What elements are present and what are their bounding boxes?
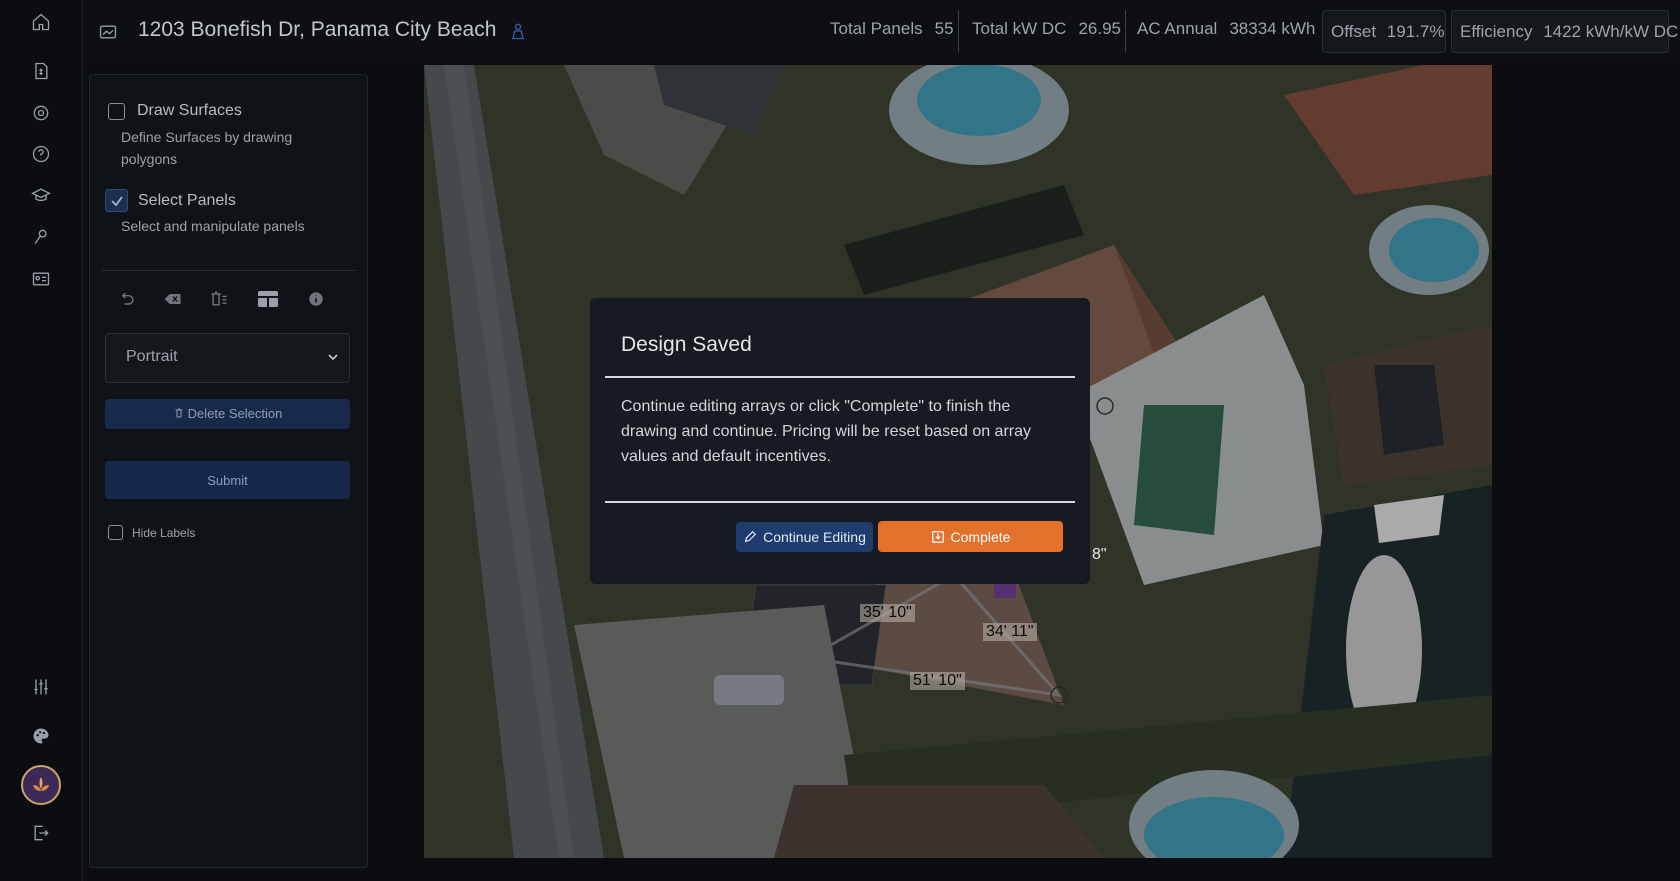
draw-surfaces-checkbox[interactable] — [108, 102, 125, 120]
delete-list-icon[interactable] — [206, 286, 232, 312]
tools-panel: Draw Surfaces Define Surfaces by drawing… — [89, 74, 368, 868]
continue-editing-label: Continue Editing — [763, 529, 866, 545]
stat-value: 38334 kWh — [1229, 19, 1316, 38]
select-panels-description: Select and manipulate panels — [121, 218, 305, 234]
logout-icon[interactable] — [28, 820, 54, 846]
info-icon[interactable] — [303, 286, 329, 312]
checkmark-icon — [110, 195, 123, 206]
draw-surfaces-label: Draw Surfaces — [137, 102, 242, 119]
divider — [1125, 10, 1126, 52]
draw-surfaces-option[interactable]: Draw Surfaces — [108, 102, 242, 120]
sliders-icon[interactable] — [28, 674, 54, 700]
stat-ac-annual: AC Annual 38334 kWh — [1137, 19, 1315, 39]
invoice-icon[interactable] — [28, 58, 54, 84]
orientation-select[interactable]: Portrait — [105, 333, 350, 383]
stat-value: 55 — [934, 19, 954, 38]
stat-total-kw: Total kW DC 26.95 — [972, 19, 1121, 39]
stat-label: Total Panels — [830, 19, 923, 38]
help-icon[interactable] — [28, 141, 54, 167]
hide-labels-checkbox[interactable] — [108, 525, 123, 540]
select-panels-checkbox[interactable] — [105, 189, 128, 212]
design-saved-modal: Design Saved Continue editing arrays or … — [590, 298, 1090, 584]
dimension-label: 35' 10" — [860, 604, 915, 622]
complete-button[interactable]: Complete — [878, 521, 1063, 552]
divider — [605, 501, 1075, 503]
save-icon — [931, 530, 944, 543]
stat-label: Efficiency — [1460, 22, 1533, 41]
modal-title: Design Saved — [621, 333, 752, 356]
home-icon[interactable] — [28, 9, 54, 35]
trash-icon — [175, 408, 183, 418]
palette-icon[interactable] — [28, 723, 54, 749]
stat-efficiency: Efficiency 1422 kWh/kW DC — [1451, 10, 1678, 53]
delete-selection-label: Delete Selection — [187, 406, 283, 421]
clear-icon[interactable] — [160, 286, 186, 312]
stat-label: Offset — [1331, 22, 1377, 41]
stat-total-panels: Total Panels 55 — [830, 19, 954, 39]
draw-surfaces-description: Define Surfaces by drawing polygons — [121, 129, 293, 167]
submit-label: Submit — [207, 473, 248, 488]
modal-body: Continue editing arrays or click "Comple… — [621, 398, 1032, 465]
select-panels-option[interactable]: Select Panels — [105, 189, 236, 212]
hide-labels-label: Hide Labels — [132, 525, 196, 540]
top-header: 1203 Bonefish Dr, Panama City Beach Tota… — [84, 0, 1680, 62]
divider — [605, 376, 1075, 378]
hide-labels-option[interactable]: Hide Labels — [108, 525, 195, 540]
panel-layout-icon[interactable] — [253, 284, 283, 314]
pencil-icon — [744, 530, 757, 543]
id-card-icon[interactable] — [28, 266, 54, 292]
divider — [102, 270, 355, 271]
user-icon[interactable] — [508, 20, 528, 42]
divider — [958, 10, 959, 52]
dimension-label: 51' 10" — [910, 672, 965, 690]
stat-value: 191.7% — [1386, 22, 1445, 41]
avatar[interactable] — [21, 765, 61, 805]
stat-offset: Offset 191.7% — [1322, 10, 1446, 53]
dimension-label: 8" — [1092, 546, 1107, 563]
delete-selection-button[interactable]: Delete Selection — [105, 399, 350, 429]
stat-label: AC Annual — [1137, 19, 1218, 38]
tools-icon[interactable] — [28, 224, 54, 250]
select-panels-label: Select Panels — [138, 191, 236, 209]
complete-label: Complete — [950, 528, 1011, 545]
icon-rail — [0, 0, 83, 881]
image-icon[interactable] — [98, 22, 118, 42]
orientation-value: Portrait — [126, 348, 178, 365]
stat-label: Total kW DC — [972, 19, 1067, 38]
submit-button[interactable]: Submit — [105, 461, 350, 499]
undo-icon[interactable] — [114, 286, 140, 312]
chevron-down-icon — [328, 354, 338, 361]
project-address: 1203 Bonefish Dr, Panama City Beach — [138, 18, 497, 41]
academy-icon[interactable] — [28, 182, 54, 208]
stat-value: 26.95 — [1078, 19, 1122, 38]
settings-icon[interactable] — [28, 100, 54, 126]
dimension-label: 34' 11" — [983, 623, 1037, 641]
continue-editing-button[interactable]: Continue Editing — [736, 522, 873, 552]
stat-value: 1422 kWh/kW DC — [1543, 22, 1679, 41]
